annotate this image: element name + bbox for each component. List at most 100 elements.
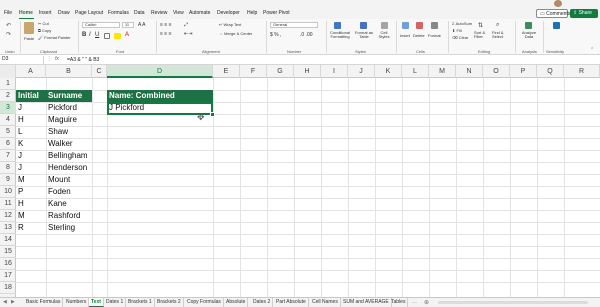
cell-a9[interactable]: M [16, 174, 46, 186]
currency-icon[interactable]: $ % , [270, 32, 281, 38]
redo-icon[interactable]: ↷ [6, 31, 11, 38]
row-header-10[interactable]: 10 [0, 186, 16, 198]
cell-a2-header[interactable]: Initial [16, 90, 46, 102]
analyze-data-button[interactable]: Analyze Data [520, 31, 538, 39]
column-header-l[interactable]: L [402, 65, 429, 78]
column-header-n[interactable]: N [456, 65, 483, 78]
share-button[interactable]: ⇪ Share [570, 9, 598, 18]
cell-a3[interactable]: J [16, 102, 46, 114]
analyze-data-icon[interactable] [525, 22, 532, 29]
cell-b8[interactable]: Henderson [46, 162, 92, 174]
sheet-tab-text[interactable]: Text [89, 298, 104, 307]
align-top-icon[interactable]: ≡ ≡ ≡ [160, 22, 172, 28]
horizontal-scrollbar[interactable] [438, 301, 588, 304]
sheet-tab-numbers[interactable]: Numbers [64, 298, 90, 307]
fill-button[interactable]: ⬇ Fill [452, 28, 462, 33]
row-header-2[interactable]: 2 [0, 90, 16, 102]
column-header-c[interactable]: C [92, 65, 107, 78]
delete-cells-icon[interactable] [416, 22, 423, 29]
sheet-tab-dates-1[interactable]: Dates 1 [104, 298, 127, 307]
row-header-9[interactable]: 9 [0, 174, 16, 186]
column-header-e[interactable]: E [213, 65, 240, 78]
column-header-k[interactable]: K [375, 65, 402, 78]
fill-color-icon[interactable] [114, 33, 121, 39]
format-painter-button[interactable]: 🖌 Format Painter [38, 35, 71, 40]
font-color-icon[interactable]: A [125, 32, 129, 38]
format-cells-icon[interactable] [431, 22, 438, 29]
column-header-m[interactable]: M [429, 65, 456, 78]
orientation-icon[interactable]: ⤢ [184, 22, 188, 28]
cut-button[interactable]: ✂ Cut [38, 21, 49, 26]
cell-a7[interactable]: J [16, 150, 46, 162]
cell-b12[interactable]: Rashford [46, 210, 92, 222]
cell-b5[interactable]: Shaw [46, 126, 92, 138]
cell-a6[interactable]: K [16, 138, 46, 150]
cell-styles-icon[interactable] [381, 22, 388, 29]
cell-b6[interactable]: Walker [46, 138, 92, 150]
column-header-g[interactable]: G [267, 65, 294, 78]
more-tabs-icon[interactable]: … [412, 299, 417, 305]
cell-a12[interactable]: M [16, 210, 46, 222]
cell-b11[interactable]: Kane [46, 198, 92, 210]
column-header-p[interactable]: P [510, 65, 537, 78]
column-header-r[interactable]: R [564, 65, 600, 78]
cell-b4[interactable]: Maguire [46, 114, 92, 126]
column-header-o[interactable]: O [483, 65, 510, 78]
select-all-corner[interactable] [0, 65, 16, 78]
cell-a4[interactable]: H [16, 114, 46, 126]
row-header-17[interactable]: 17 [0, 270, 16, 282]
tab-power-pivot[interactable]: Power Pivot [263, 10, 290, 16]
tab-home[interactable]: Home [19, 10, 33, 16]
paste-icon[interactable] [24, 22, 34, 34]
autosum-button[interactable]: Σ AutoSum [452, 21, 472, 26]
sheet-tab-brackets-1[interactable]: Brackets 1 [126, 298, 155, 307]
row-header-4[interactable]: 4 [0, 114, 16, 126]
font-grow-icon[interactable]: A A [138, 22, 146, 28]
row-header-15[interactable]: 15 [0, 246, 16, 258]
copy-button[interactable]: ⧉ Copy [38, 28, 51, 33]
sheet-tab-tables[interactable]: Tables [389, 298, 409, 307]
row-header-5[interactable]: 5 [0, 126, 16, 138]
sheet-tab-brackets-2[interactable]: Brackets 2 [155, 298, 184, 307]
formula-options-icon[interactable]: ⋮ [47, 56, 52, 62]
row-header-18[interactable]: 18 [0, 282, 16, 294]
indent-icon[interactable]: ⇤⇥ [184, 31, 192, 37]
sheet-tab-basic-formulas[interactable]: Basic Formulas [24, 298, 64, 307]
fx-icon[interactable]: fx [55, 56, 59, 62]
tab-draw[interactable]: Draw [58, 10, 70, 16]
column-header-h[interactable]: H [294, 65, 321, 78]
cell-b3[interactable]: Pickford [46, 102, 92, 114]
column-header-i[interactable]: I [321, 65, 348, 78]
decimal-icon[interactable]: .0 .00 [300, 32, 313, 38]
tab-page-layout[interactable]: Page Layout [75, 10, 103, 16]
sheet-tab-sum-and-average[interactable]: SUM and AVERAGE [341, 298, 392, 307]
bold-icon[interactable]: B [82, 32, 86, 38]
conditional-formatting-icon[interactable] [334, 22, 341, 29]
sort-filter-button[interactable]: Sort & Filter [474, 31, 490, 39]
undo-icon[interactable]: ↶ [6, 22, 11, 29]
comments-button[interactable]: ▭ Comments [536, 9, 570, 18]
clear-button[interactable]: ⌫ Clear [452, 35, 468, 40]
tab-file[interactable]: File [4, 10, 12, 16]
font-name-dropdown[interactable]: Calibri [82, 22, 120, 28]
format-table-button[interactable]: Format as Table [354, 31, 374, 39]
format-button[interactable]: Format [428, 33, 441, 38]
row-header-8[interactable]: 8 [0, 162, 16, 174]
find-icon[interactable]: ⌕ [496, 22, 499, 29]
borders-icon[interactable] [104, 33, 110, 39]
format-table-icon[interactable] [360, 22, 367, 29]
sensitivity-icon[interactable] [553, 22, 560, 29]
add-sheet-icon[interactable]: ⊕ [424, 299, 429, 306]
name-box[interactable]: D3 [0, 56, 44, 64]
tab-insert[interactable]: Insert [39, 10, 52, 16]
tab-automate[interactable]: Automate [189, 10, 210, 16]
font-size-dropdown[interactable]: 11 [122, 22, 134, 28]
user-avatar[interactable] [554, 0, 562, 7]
row-header-1[interactable]: 1 [0, 78, 16, 90]
tab-scroll-left-icon[interactable]: ◀ [3, 299, 7, 305]
tab-formulas[interactable]: Formulas [108, 10, 129, 16]
sheet-tab-copy-formulas[interactable]: Copy Formulas [185, 298, 224, 307]
cell-a8[interactable]: J [16, 162, 46, 174]
paste-button[interactable]: Paste [24, 36, 34, 41]
column-header-d[interactable]: D [107, 65, 213, 78]
